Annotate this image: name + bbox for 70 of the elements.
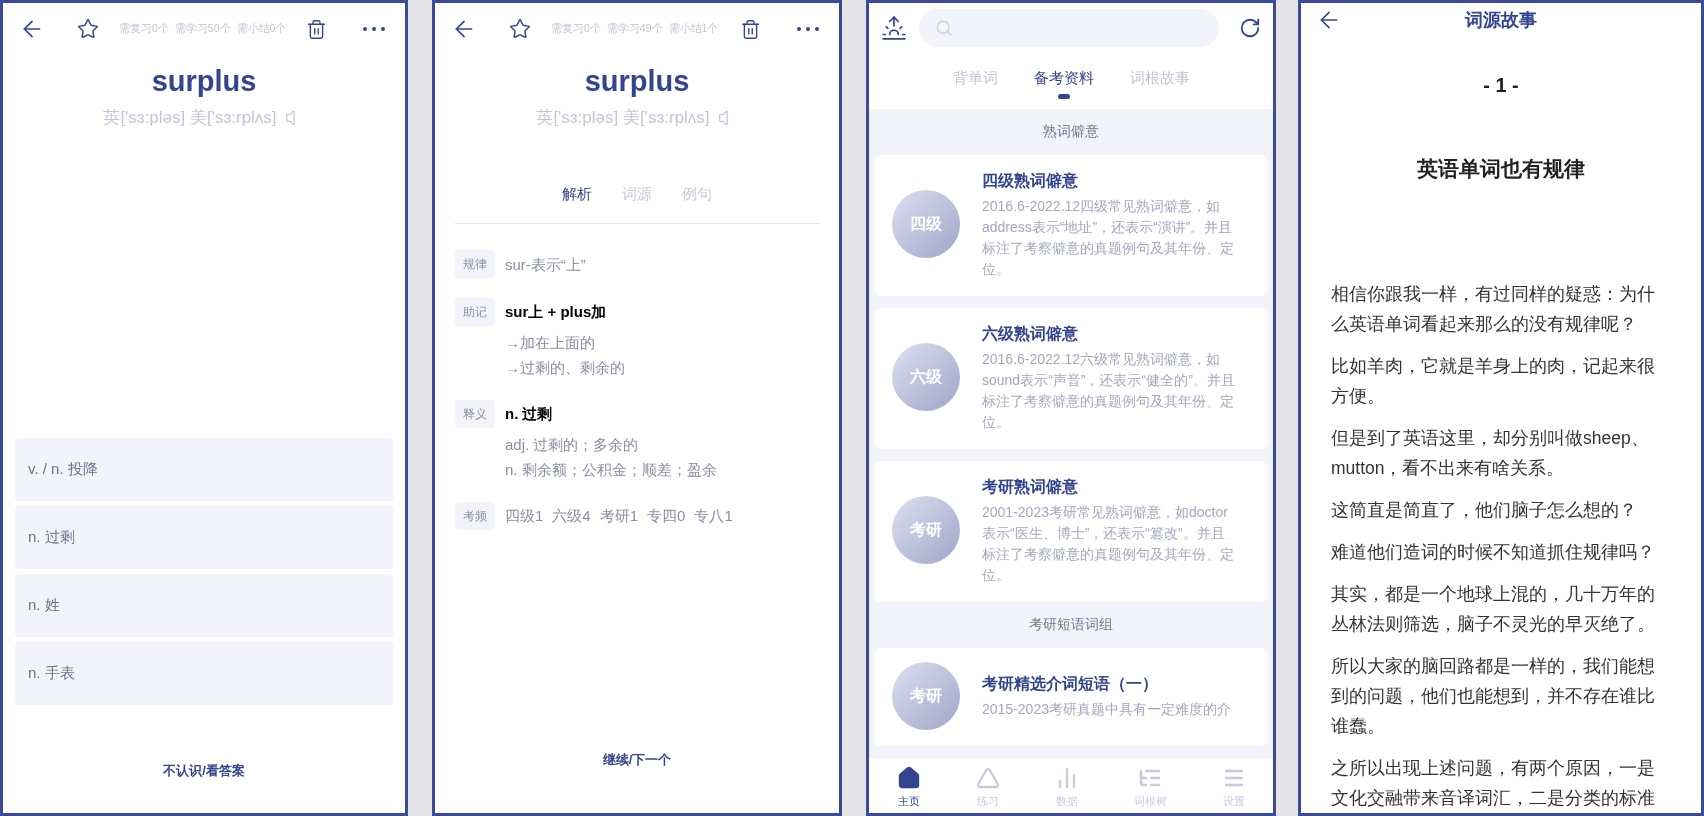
story-paragraph: 但是到了英语这里，却分别叫做sheep、mutton，看不出来有啥关系。 [1331,427,1650,480]
level-badge: 考研 [892,496,960,564]
card-title: 六级熟词僻意 [982,323,1079,344]
story-paragraph: 其实，都是一个地球上混的，几十万年的丛林法则筛选，脑子不灵光的早灭绝了。 [1331,583,1656,636]
resource-card[interactable]: 四级 四级熟词僻意 2016.6-2022.12四级常见熟词僻意，如address表示“地址”，还表示“演讲”。并且标注了考察僻意的真题例句及其年份、定位。 [875,154,1267,296]
story-paragraph: 比如羊肉，它就是羊身上的肉，记起来很方便。 [1331,355,1656,408]
answer-option[interactable]: n. 手表 [15,641,393,705]
section-tag: 考频 [455,502,495,530]
detail-line: →加在上面的 [505,333,596,353]
detail-line: →过剩的、剩余的 [505,358,625,378]
card-description: 2016.6-2022.12四级常见熟词僻意，如address表示“地址”，还表示“演讲”。并且标注了考察僻意的真题例句及其年份、定位。 [982,196,1235,279]
search-field[interactable] [919,9,1219,47]
phonetic-text: 英['sɜ:pləs] 美['sɜ:rplʌs] [103,107,277,129]
frequency-item: 专八1 [694,506,733,526]
card-description: 2001-2023考研常见熟词僻意，如doctor表示“医生、博士”，还表示“篡改”。并且标注了考察僻意的真题例句及其年份、定位。 [982,502,1235,585]
story-number: - 1 - [1483,73,1519,98]
word-title: surplus [584,64,690,99]
level-badge: 考研 [892,661,960,730]
resource-card[interactable]: 六级 六级熟词僻意 2016.6-2022.12六级常见熟词僻意，如sound表示“声音”，还表示“健全的”。并且标注了考察僻意的真题例句及其年份、定位。 [875,307,1267,449]
show-answer-link[interactable]: 不认识/看答案 [163,760,245,780]
nav-tab[interactable]: 主页 [896,766,921,808]
frequency-item: 四级1 [505,506,544,526]
card-description: 2016.6-2022.12六级常见熟词僻意，如sound表示“声音”，还表示“健全的”。并且标注了考察僻意的真题例句及其年份、定位。 [982,349,1236,432]
group-title: 熟词僻意 [1042,121,1100,141]
more-button[interactable] [363,27,385,31]
detail-line: sur-表示“上” [505,255,586,275]
resource-card[interactable]: 考研 考研熟词僻意 2001-2023考研常见熟词僻意，如doctor表示“医生、博士”，还表示“篡改”。并且标注了考察僻意的真题例句及其年份、定位。 [875,460,1267,602]
triangle-icon [975,766,1000,790]
frequency-item: 考研1 [599,506,639,526]
answer-option[interactable]: v. / n. 投降 [15,437,393,501]
story-paragraph: 之所以出现上述问题，有两个原因，一是文化交融带来音译词汇，二是分类的标准 [1331,757,1656,810]
next-link[interactable]: 继续/下一个 [602,749,672,769]
answer-option[interactable]: n. 过剩 [15,505,393,569]
delete-button[interactable] [740,18,761,40]
story-heading: 英语单词也有规律 [1417,156,1585,182]
search-icon [935,19,953,37]
resource-card[interactable]: 考研 考研精选介词短语（一） 2015-2023考研真题中具有一定难度的介 [875,647,1267,746]
star-button[interactable] [509,18,531,40]
more-button[interactable] [797,27,819,31]
mnemonic-heading: sur上 + plus加 [505,302,608,322]
detail-line: adj. 过剩的；多余的 [505,435,640,455]
word-title: surplus [151,64,257,99]
section-tag: 释义 [455,400,495,428]
story-paragraph: 难道他们造词的时候不知道抓住规律吗？ [1331,541,1656,564]
card-title: 四级熟词僻意 [982,170,1079,191]
frequency-item: 六级4 [552,506,591,526]
card-description: 2015-2023考研真题中具有一定难度的介 [982,699,1232,719]
answer-option[interactable]: n. 姓 [15,573,393,637]
tab[interactable]: 备考资料 [1033,67,1094,99]
refresh-icon[interactable] [1239,17,1261,39]
section-tag: 助记 [455,298,495,326]
story-paragraph: 相信你跟我一样，有过同样的疑惑：为什么英语单词看起来那么的没有规律呢？ [1331,283,1656,336]
card-title: 考研精选介词短语（一） [982,673,1159,694]
tab[interactable]: 解析 [562,182,592,205]
phonetic-text: 英['sɜ:pləs] 美['sɜ:rplʌs] [536,107,710,129]
star-button[interactable] [77,18,99,40]
card-title: 考研熟词僻意 [982,476,1079,497]
level-badge: 六级 [892,343,960,411]
group-title: 考研短语词组 [1028,614,1114,634]
mnemonic-heading: n. 过剩 [505,404,554,424]
detail-line: n. 剩余额；公积金；顺差；盈余 [505,460,717,480]
story-paragraph: 所以大家的脑回路都是一样的，我们能想到的问题，他们也能想到，并不存在谁比谁蠢。 [1331,655,1656,738]
delete-button[interactable] [306,18,327,40]
home-icon [896,766,921,790]
sunrise-icon[interactable] [881,15,907,41]
level-badge: 四级 [892,190,960,258]
frequency-item: 专四0 [647,506,686,526]
section-tag: 规律 [455,250,495,278]
story-paragraph: 这简直是简直了，他们脑子怎么想的？ [1331,499,1638,522]
page-title: 词源故事 [1465,8,1537,32]
